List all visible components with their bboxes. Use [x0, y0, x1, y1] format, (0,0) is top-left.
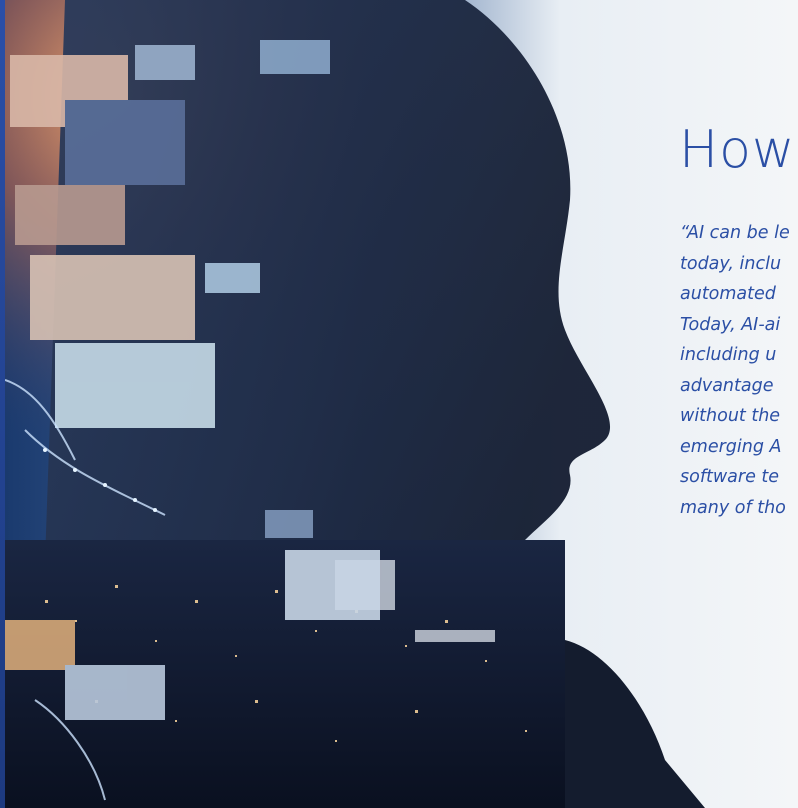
quote-line: including u	[680, 345, 777, 365]
quote-line: automated	[680, 284, 776, 304]
quote-line: “AI can be le	[680, 223, 790, 243]
section-heading: How	[679, 120, 796, 180]
quote-line: advantage	[680, 375, 774, 396]
quote-line: emerging A	[680, 436, 782, 457]
quote-line: today, inclu	[680, 253, 782, 274]
quote-line: software te	[680, 467, 780, 487]
quote-line: Today, AI-ai	[680, 314, 781, 335]
pull-quote: “AI can be le today, inclu automated Tod…	[680, 218, 798, 523]
quote-line: many of tho	[680, 497, 786, 518]
quote-line: without the	[680, 406, 781, 426]
brochure-page: How “AI can be le today, inclu automated…	[0, 0, 798, 808]
